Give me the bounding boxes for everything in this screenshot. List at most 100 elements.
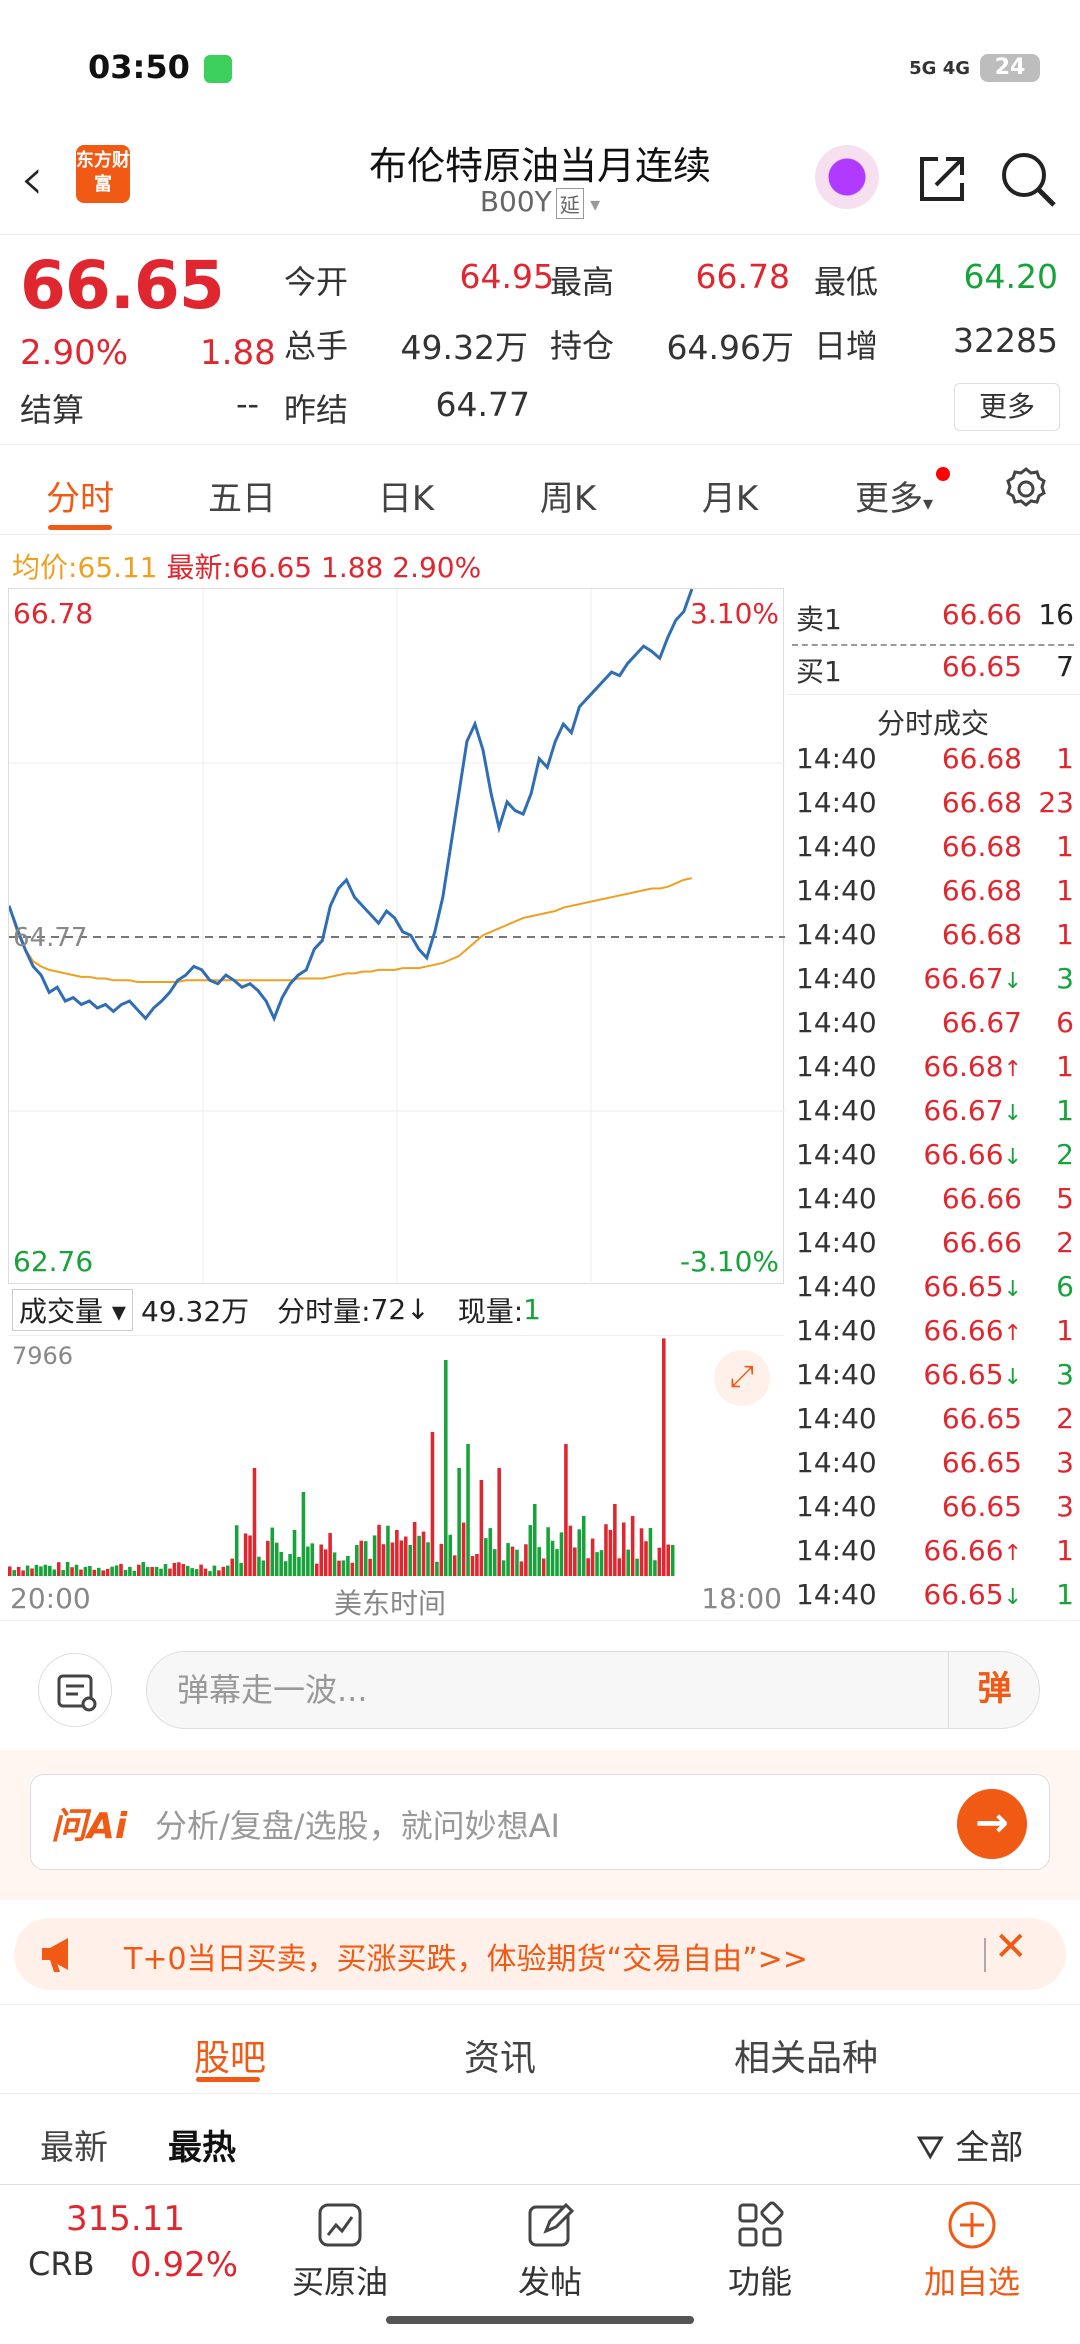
volume-bar (65, 1562, 70, 1576)
add-watchlist-button[interactable]: 加自选 (902, 2199, 1042, 2303)
active-tab-indicator (48, 525, 112, 530)
more-button[interactable]: 更多 (954, 383, 1060, 431)
volume-bar (559, 1532, 564, 1576)
volume-bar (154, 1566, 159, 1576)
gear-icon[interactable] (1002, 465, 1050, 513)
tab-more-label: 更多 (854, 479, 923, 519)
volume-bar (657, 1547, 662, 1576)
arrow-up-icon: ↑ (1003, 1057, 1022, 1082)
danmu-input[interactable]: 弹幕走一波... (146, 1651, 1040, 1729)
function-button[interactable]: 功能 (690, 2199, 830, 2303)
volume-bar (430, 1432, 435, 1576)
sort-latest[interactable]: 最新 (40, 2120, 108, 2169)
trade-price: 66.66 (941, 1182, 1022, 1215)
order-book: 卖1 66.66 16 买1 66.65 7 分时成交 14:40 66.68 1 1… (786, 588, 1080, 1620)
trade-volume: 1 (1056, 1050, 1074, 1083)
tab-related[interactable]: 相关品种 (734, 2029, 878, 2081)
trade-time: 14:40 (796, 874, 877, 907)
ai-input[interactable]: 问Ai 分析/复盘/选股，就问妙想AI → (30, 1774, 1050, 1870)
sort-hot[interactable]: 最热 (168, 2120, 236, 2169)
post-button[interactable]: 发帖 (480, 2199, 620, 2303)
trade-time: 14:40 (796, 742, 877, 775)
filter-button[interactable]: ⛛ 全部 (916, 2120, 1023, 2169)
promo-banner[interactable]: T+0当日买卖，买涨买跌，体验期货“交易自由”>> ✕ (14, 1918, 1066, 1990)
tab-guba[interactable]: 股吧 (194, 2029, 266, 2081)
trade-time: 14:40 (796, 1402, 877, 1435)
volume-bar (377, 1524, 381, 1576)
function-label: 功能 (727, 2263, 792, 2301)
volume-bar (266, 1540, 270, 1576)
volume-bar (270, 1527, 275, 1576)
volume-chart[interactable]: 7966 ⤢ (8, 1336, 784, 1576)
volume-bar (96, 1567, 101, 1576)
buy-oil-button[interactable]: 买原油 (270, 2199, 410, 2303)
volume-bar (310, 1543, 315, 1576)
volume-bar (537, 1547, 541, 1576)
volume-bar (70, 1567, 74, 1576)
close-icon[interactable]: ✕ (994, 1924, 1028, 1970)
volume-bar (617, 1558, 622, 1576)
divider (786, 694, 1080, 695)
active-tab-indicator (196, 2077, 260, 2082)
volume-selector[interactable]: 成交量 ▾ (12, 1288, 133, 1331)
volume-bar (466, 1444, 470, 1576)
ai-assistant-avatar[interactable] (815, 145, 879, 209)
volume-bar (528, 1525, 533, 1576)
search-icon[interactable] (996, 147, 1060, 211)
tab-monthly-k[interactable]: 月K (660, 471, 800, 520)
avg-price-series (9, 877, 693, 984)
trade-volume: 1 (1056, 1094, 1074, 1127)
volume-bar (190, 1568, 194, 1576)
volume-bar (323, 1549, 328, 1576)
change-value: 1.88 (200, 333, 276, 373)
share-icon[interactable] (912, 149, 972, 209)
danmu-settings-icon[interactable] (38, 1653, 112, 1727)
trade-volume: 3 (1056, 1446, 1074, 1479)
volume-bar (181, 1564, 186, 1576)
trade-volume: 6 (1056, 1270, 1074, 1303)
arrow-down-icon: ↓ (1003, 969, 1022, 994)
ticker-value[interactable]: 315.11 (66, 2199, 185, 2239)
tab-five-day[interactable]: 五日 (172, 471, 312, 520)
tick-volume-label: 分时量: (277, 1294, 371, 1328)
open-label: 今开 (284, 263, 349, 301)
trade-price: 66.68 (941, 918, 1022, 951)
volume-bar (648, 1528, 653, 1576)
volume-bar (194, 1569, 199, 1576)
trade-row: 14:40 66.66 2 (792, 1226, 1080, 1270)
trade-row: 14:40 66.66 5 (792, 1182, 1080, 1226)
ai-go-button[interactable]: → (957, 1789, 1027, 1859)
danmu-send-button[interactable]: 弹 (948, 1651, 1040, 1729)
volume-bar (532, 1504, 537, 1576)
tab-weekly-k[interactable]: 周K (498, 471, 638, 520)
avg-price-line: 均价:65.11 最新:66.65 1.88 2.90% (12, 546, 481, 586)
volume-bar (159, 1568, 163, 1576)
bid-label: 买1 (796, 655, 842, 688)
open-value: 64.95 (459, 257, 554, 296)
volume-bar (172, 1562, 177, 1576)
arrow-down-icon: ↓ (1003, 1101, 1022, 1126)
volume-bar (128, 1566, 132, 1576)
price-series (9, 589, 694, 1023)
tab-news[interactable]: 资讯 (464, 2029, 536, 2081)
trade-volume: 3 (1056, 962, 1074, 995)
trade-time: 14:40 (796, 1534, 877, 1567)
trade-row: 14:40 66.68 1 (792, 830, 1080, 874)
volume-bar (199, 1564, 203, 1576)
volume-total: 49.32万 (140, 1294, 250, 1328)
last-change: 1.88 (321, 551, 384, 584)
intraday-chart[interactable]: 66.78 62.76 3.10% -3.10% 64.77 (8, 588, 785, 1285)
arrow-down-icon: ↓ (1003, 1585, 1022, 1610)
header: ‹ 东方财富 布伦特原油当月连续 B00Y 延 ▾ (0, 135, 1080, 235)
volume-bar (350, 1562, 355, 1576)
volume-bar (48, 1565, 52, 1576)
last-pct: 2.90% (392, 551, 482, 584)
tab-intraday[interactable]: 分时 (10, 471, 150, 520)
expand-icon[interactable]: ⤢ (714, 1350, 770, 1406)
volume-bar (457, 1468, 461, 1576)
volume-bar (492, 1549, 497, 1576)
tab-daily-k[interactable]: 日K (336, 471, 476, 520)
avg-value: 65.11 (77, 551, 158, 584)
volume-bar (501, 1560, 506, 1576)
y-bottom-label: 62.76 (13, 1245, 94, 1278)
